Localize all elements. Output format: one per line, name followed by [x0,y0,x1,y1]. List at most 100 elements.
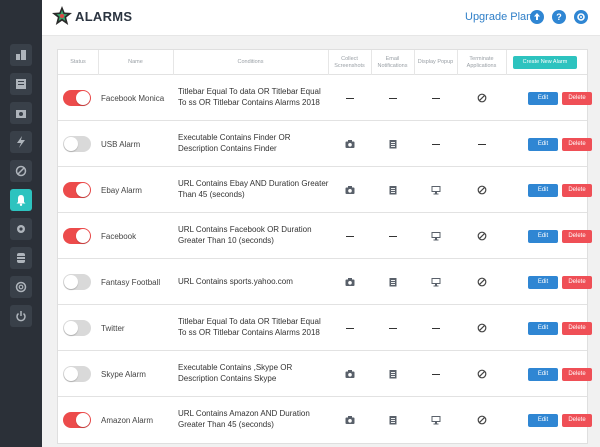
ban-icon [477,231,486,241]
popup-cell [414,397,457,443]
alarm-name: Amazon Alarm [101,415,154,425]
table-row: Twitter Titlebar Equal To data OR Titleba… [58,305,592,351]
ban-icon [477,185,486,195]
screenshots-icon [16,110,26,118]
top-bar: ALARMS Upgrade Plan ? [0,0,600,36]
sidebar-item-alarm-bell[interactable] [10,189,32,211]
email-icon [389,140,396,149]
status-toggle[interactable] [63,320,91,336]
edit-button[interactable]: Edit [528,184,558,197]
alarm-condition: Executable Contains Finder OR Descriptio… [178,133,291,153]
ban-icon [477,369,486,379]
create-new-alarm-button[interactable]: Create New Alarm [513,56,577,69]
edit-button[interactable]: Edit [528,276,558,289]
screenshot-cell [328,397,371,443]
dash-icon [388,235,397,237]
sidebar-item-support[interactable] [10,276,32,298]
table-row: Facebook Monica Titlebar Equal To data OR… [58,75,592,121]
ban-icon [477,93,486,103]
email-cell [371,121,414,167]
sidebar-item-settings[interactable] [10,218,32,240]
terminate-cell [457,397,506,443]
table-row: Facebook URL Contains Facebook OR Duratio… [58,213,592,259]
sidebar-item-database[interactable] [10,247,32,269]
upload-icon[interactable] [530,10,544,24]
sidebar-item-reports[interactable] [10,73,32,95]
account-gear-icon[interactable] [574,10,588,24]
edit-button[interactable]: Edit [528,230,558,243]
screenshot-cell [328,167,371,213]
alarm-name: Facebook Monica [101,93,165,103]
ban-icon [477,277,486,287]
dashboard-icon [16,50,26,60]
status-toggle[interactable] [63,90,91,106]
page-title: ALARMS [75,9,133,24]
camera-icon [345,140,354,148]
delete-button[interactable]: Delete [562,230,592,243]
status-toggle[interactable] [63,412,91,428]
email-cell [371,167,414,213]
email-cell [371,75,414,121]
sidebar-top [0,0,42,36]
alarm-condition: Executable Contains ,Skype OR Descriptio… [178,363,293,383]
status-toggle[interactable] [63,136,91,152]
edit-button[interactable]: Edit [528,92,558,105]
alarms-table: Status Name Conditions Collect Screensho… [57,49,592,444]
edit-button[interactable]: Edit [528,414,558,427]
header-terminate-applications: Terminate Applications [466,55,497,69]
edit-button[interactable]: Edit [528,368,558,381]
status-toggle[interactable] [63,228,91,244]
header-name: Name [128,59,143,66]
help-icon[interactable]: ? [552,10,566,24]
status-toggle[interactable] [63,274,91,290]
dash-icon [431,327,440,329]
status-toggle[interactable] [63,366,91,382]
camera-icon [345,278,354,286]
upgrade-plan-link[interactable]: Upgrade Plan [465,11,532,23]
sidebar-item-activity[interactable] [10,131,32,153]
camera-icon [345,416,354,424]
terminate-cell [457,351,506,397]
delete-button[interactable]: Delete [562,368,592,381]
camera-icon [345,370,354,378]
email-cell [371,259,414,305]
header-conditions: Conditions [237,59,264,66]
header-collect-screenshots: Collect Screenshots [334,55,365,69]
edit-button[interactable]: Edit [528,138,558,151]
dash-icon [431,143,440,145]
monitor-icon [431,416,440,425]
logo-star-icon [52,6,72,25]
camera-icon [345,186,354,194]
popup-cell [414,351,457,397]
toggle-knob [64,137,78,151]
sidebar-item-block[interactable] [10,160,32,182]
toggle-knob [76,183,90,197]
sidebar-item-screenshots[interactable] [10,102,32,124]
screenshot-cell [328,75,371,121]
alarm-condition: URL Contains Amazon AND Duration Greater… [178,409,310,429]
alarm-name: Skype Alarm [101,369,146,379]
popup-cell [414,259,457,305]
popup-cell [414,167,457,213]
edit-button[interactable]: Edit [528,322,558,335]
delete-button[interactable]: Delete [562,184,592,197]
delete-button[interactable]: Delete [562,276,592,289]
terminate-cell [457,259,506,305]
settings-icon [17,225,25,233]
sidebar-item-dashboard[interactable] [10,44,32,66]
delete-button[interactable]: Delete [562,138,592,151]
monitor-icon [431,186,440,195]
delete-button[interactable]: Delete [562,414,592,427]
header-status: Status [70,59,86,66]
screenshot-cell [328,259,371,305]
sidebar-item-power[interactable] [10,305,32,327]
dash-icon [345,235,354,237]
ban-icon [477,323,486,333]
delete-button[interactable]: Delete [562,322,592,335]
reports-icon [16,79,26,89]
monitor-icon [431,278,440,287]
delete-button[interactable]: Delete [562,92,592,105]
terminate-cell [457,75,506,121]
alarm-condition: URL Contains Ebay AND Duration Greater T… [178,179,329,199]
status-toggle[interactable] [63,182,91,198]
